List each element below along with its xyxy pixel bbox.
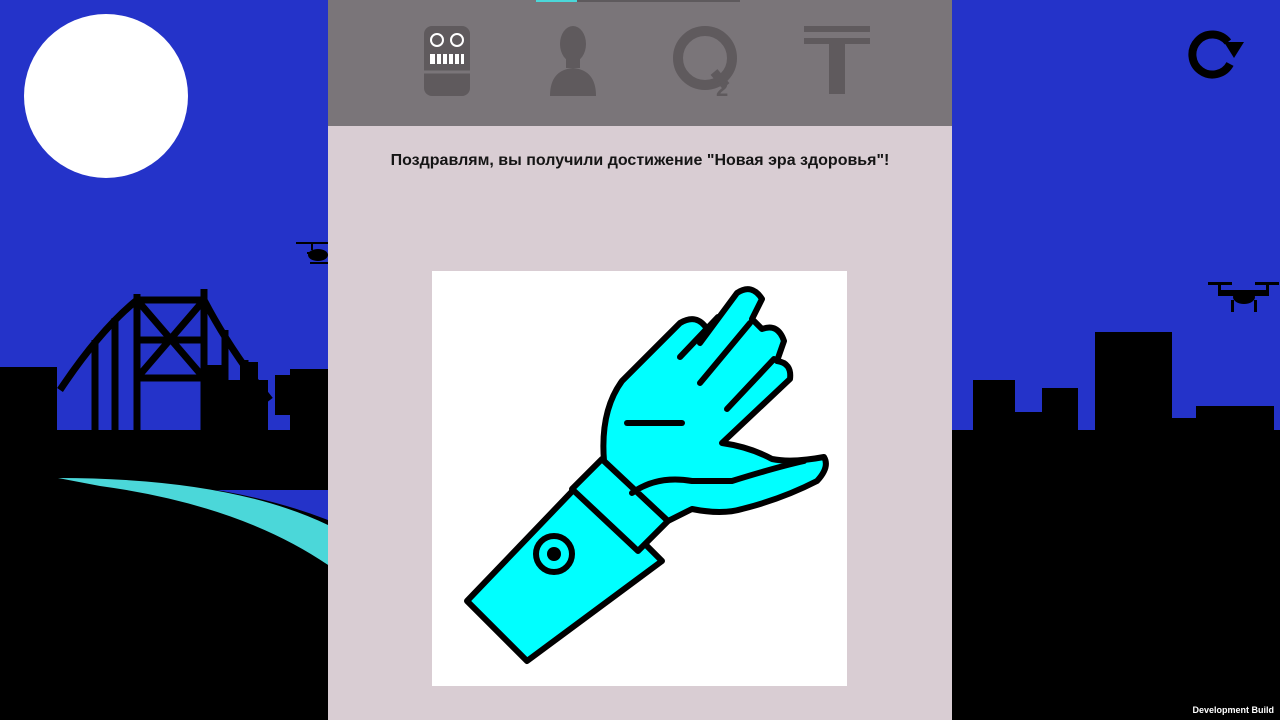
bionic-hand-icon [464, 286, 829, 664]
moon [24, 14, 188, 178]
t-letter-icon [804, 26, 870, 94]
game-screen: 2 Поздравлям, вы получили достижение "Но… [0, 0, 1280, 720]
achievement-message: Поздравлям, вы получили достижение "Нова… [390, 152, 890, 169]
achievement-image [432, 271, 847, 686]
o2-subscript: 2 [716, 76, 728, 100]
refresh-button[interactable] [1178, 28, 1248, 80]
refresh-icon [1188, 30, 1244, 79]
tab-t[interactable] [800, 22, 874, 100]
tab-robot[interactable] [410, 22, 484, 100]
tab-person[interactable] [536, 22, 610, 100]
achievement-panel: 2 Поздравлям, вы получили достижение "Но… [328, 0, 952, 720]
robot-icon [424, 26, 470, 96]
tab-bar: 2 [328, 0, 952, 126]
o2-icon: 2 [673, 26, 737, 100]
progress-bar-fill [536, 0, 577, 2]
development-build-label: Development Build [1192, 705, 1274, 715]
progress-bar [536, 0, 740, 2]
person-icon [550, 26, 596, 96]
tab-o2[interactable]: 2 [670, 22, 744, 100]
